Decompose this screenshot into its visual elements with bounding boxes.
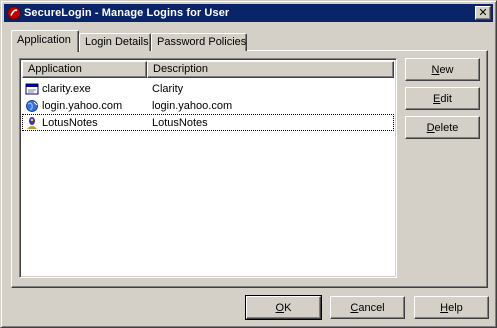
application-name: LotusNotes <box>42 116 98 129</box>
web-globe-icon <box>25 99 39 113</box>
new-button-label: ew <box>439 63 454 76</box>
column-header-application[interactable]: Application <box>22 61 147 78</box>
edit-button-accel: E <box>433 92 441 105</box>
new-button[interactable]: New <box>405 58 480 81</box>
help-button[interactable]: Help <box>414 296 489 319</box>
edit-button-label: dit <box>440 92 452 105</box>
description-cell: LotusNotes <box>152 116 208 129</box>
lotus-notes-icon <box>25 116 39 130</box>
application-name: clarity.exe <box>42 82 91 95</box>
cancel-button-label: ancel <box>358 301 385 314</box>
column-header-application-label: Application <box>28 63 82 75</box>
tab-login-details-label: Login Details <box>85 36 149 48</box>
new-button-accel: N <box>431 63 440 76</box>
ok-button[interactable]: OK <box>245 295 322 320</box>
cancel-button-accel: C <box>350 301 359 314</box>
delete-button-label: elete <box>434 121 459 134</box>
application-cell: LotusNotes <box>22 116 147 130</box>
dialog-window: SecureLogin - Manage Logins for User ✕ A… <box>0 0 497 328</box>
help-button-accel: H <box>440 301 449 314</box>
list-item[interactable]: LotusNotes LotusNotes <box>22 114 394 131</box>
edit-button[interactable]: Edit <box>405 87 480 110</box>
help-button-label: elp <box>448 301 463 314</box>
tab-login-details[interactable]: Login Details <box>79 33 151 51</box>
close-icon: ✕ <box>478 6 488 19</box>
close-button[interactable]: ✕ <box>475 6 491 20</box>
cancel-button[interactable]: Cancel <box>330 296 405 319</box>
logins-list[interactable]: Application Description clarity.exe Clar… <box>19 58 397 278</box>
delete-button[interactable]: Delete <box>405 116 480 139</box>
tab-password-policies-label: Password Policies <box>157 36 247 48</box>
column-header-description[interactable]: Description <box>147 61 394 78</box>
application-name: login.yahoo.com <box>42 99 123 112</box>
application-cell: login.yahoo.com <box>22 99 147 113</box>
window-app-icon <box>25 82 39 96</box>
securelogin-app-icon <box>7 6 21 20</box>
tab-password-policies[interactable]: Password Policies <box>151 33 247 51</box>
list-item[interactable]: clarity.exe Clarity <box>22 80 394 97</box>
ok-button-label: K <box>284 301 292 314</box>
column-header-description-label: Description <box>153 63 209 75</box>
tab-application[interactable]: Application <box>11 30 79 52</box>
ok-button-accel: O <box>275 301 285 314</box>
tab-application-label: Application <box>17 34 71 46</box>
description-cell: Clarity <box>152 82 184 95</box>
list-header: Application Description <box>22 61 394 78</box>
list-rows: clarity.exe Clarity login.yahoo.com logi <box>22 80 394 131</box>
title-bar[interactable]: SecureLogin - Manage Logins for User ✕ <box>4 4 493 22</box>
delete-button-accel: D <box>426 121 435 134</box>
description-cell: login.yahoo.com <box>152 99 233 112</box>
list-item[interactable]: login.yahoo.com login.yahoo.com <box>22 97 394 114</box>
application-cell: clarity.exe <box>22 82 147 96</box>
window-title: SecureLogin - Manage Logins for User <box>24 7 230 19</box>
